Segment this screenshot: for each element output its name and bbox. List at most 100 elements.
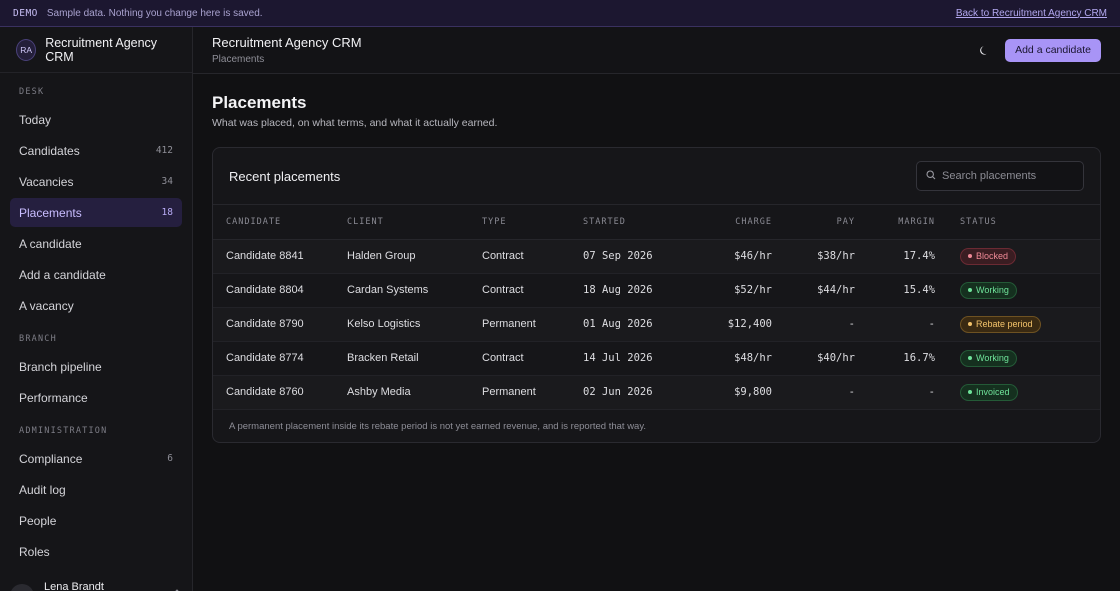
brand[interactable]: RA Recruitment Agency CRM bbox=[0, 27, 192, 73]
table-header-row: CANDIDATE CLIENT TYPE STARTED CHARGE PAY… bbox=[213, 205, 1100, 240]
table-row[interactable]: Candidate 8774 Bracken Retail Contract 14 J… bbox=[213, 341, 1100, 376]
expand-icon[interactable] bbox=[172, 588, 182, 591]
table-row[interactable]: Candidate 8760 Ashby Media Permanent 02 Jun… bbox=[213, 375, 1100, 410]
charge-cell: $46/hr bbox=[683, 239, 772, 274]
status-badge: Working bbox=[960, 349, 1017, 367]
col-pay[interactable]: PAY bbox=[772, 205, 855, 240]
sidebar-item-count: 18 bbox=[161, 207, 173, 218]
sidebar-item-roles[interactable]: Roles bbox=[10, 537, 182, 566]
sidebar-item-count: 6 bbox=[167, 453, 173, 464]
type-cell: Permanent bbox=[482, 375, 583, 410]
add-candidate-button[interactable]: Add a candidate bbox=[1005, 38, 1101, 62]
status-dot-icon bbox=[968, 322, 972, 326]
charge-cell: $52/hr bbox=[683, 273, 772, 308]
client-cell: Kelso Logistics bbox=[347, 307, 482, 342]
sidebar-item-a-vacancy[interactable]: A vacancy bbox=[10, 291, 182, 320]
started-cell: 02 Jun 2026 bbox=[583, 375, 683, 410]
pay-cell: - bbox=[772, 307, 855, 342]
margin-cell: 16.7% bbox=[855, 341, 935, 376]
status-label: Rebate period bbox=[976, 319, 1033, 329]
search-input[interactable] bbox=[942, 170, 1072, 182]
col-charge[interactable]: CHARGE bbox=[683, 205, 772, 240]
sidebar-item-label: Performance bbox=[19, 390, 88, 405]
status-label: Blocked bbox=[976, 251, 1009, 261]
col-client[interactable]: CLIENT bbox=[347, 205, 482, 240]
sidebar-item-label: Add a candidate bbox=[19, 267, 106, 282]
col-status[interactable]: STATUS bbox=[935, 205, 1100, 240]
search-icon bbox=[926, 169, 936, 183]
type-cell: Contract bbox=[482, 341, 583, 376]
table-row[interactable]: Candidate 8841 Halden Group Contract 07 Sep… bbox=[213, 239, 1100, 274]
candidate-cell: Candidate 8804 bbox=[213, 273, 347, 308]
sidebar-item-count: 34 bbox=[161, 176, 173, 187]
topbar-title: Recruitment Agency CRM bbox=[212, 35, 362, 50]
nav-section-label: BRANCH bbox=[19, 334, 57, 344]
sidebar-item-label: Roles bbox=[19, 544, 50, 559]
app-name: Recruitment Agency CRM bbox=[45, 35, 158, 64]
sidebar-item-a-candidate[interactable]: A candidate bbox=[10, 229, 182, 258]
status-badge: Blocked bbox=[960, 247, 1017, 265]
sidebar-item-placements[interactable]: Placements 18 bbox=[10, 198, 182, 227]
status-badge: Rebate period bbox=[960, 315, 1041, 333]
app-logo: RA bbox=[16, 38, 37, 61]
placements-card: Recent placements CANDIDATE CLIENT TYPE … bbox=[212, 147, 1101, 443]
pay-cell: - bbox=[772, 375, 855, 410]
sidebar-item-label: Compliance bbox=[19, 451, 83, 466]
status-cell: Rebate period bbox=[935, 307, 1100, 342]
sidebar-item-label: A vacancy bbox=[19, 298, 74, 313]
user-profile[interactable]: LB Lena Brandt bbox=[0, 579, 192, 591]
pay-cell: $44/hr bbox=[772, 273, 855, 308]
col-started[interactable]: STARTED bbox=[583, 205, 683, 240]
sidebar-item-compliance[interactable]: Compliance 6 bbox=[10, 444, 182, 473]
sidebar-item-label: Audit log bbox=[19, 482, 66, 497]
status-dot-icon bbox=[968, 254, 972, 258]
sidebar-item-performance[interactable]: Performance bbox=[10, 383, 182, 412]
sidebar-item-today[interactable]: Today bbox=[10, 105, 182, 134]
back-link[interactable]: Back to Recruitment Agency CRM bbox=[956, 8, 1107, 19]
started-cell: 01 Aug 2026 bbox=[583, 307, 683, 342]
type-cell: Contract bbox=[482, 273, 583, 308]
sidebar-item-branch-pipeline[interactable]: Branch pipeline bbox=[10, 352, 182, 381]
card-title: Recent placements bbox=[229, 168, 341, 184]
sidebar-item-label: Branch pipeline bbox=[19, 359, 102, 374]
breadcrumb: Placements bbox=[212, 54, 265, 65]
sidebar-item-label: Today bbox=[19, 112, 52, 127]
moon-icon[interactable] bbox=[975, 41, 993, 59]
page-subtitle: What was placed, on what terms, and what… bbox=[212, 117, 498, 129]
topbar: Recruitment Agency CRM Placements Add a … bbox=[193, 27, 1120, 74]
sidebar-item-audit-log[interactable]: Audit log bbox=[10, 475, 182, 504]
sidebar-item-vacancies[interactable]: Vacancies 34 bbox=[10, 167, 182, 196]
card-footnote: A permanent placement inside its rebate … bbox=[229, 421, 647, 432]
status-dot-icon bbox=[968, 390, 972, 394]
col-margin[interactable]: MARGIN bbox=[855, 205, 935, 240]
margin-cell: 15.4% bbox=[855, 273, 935, 308]
table-row[interactable]: Candidate 8804 Cardan Systems Contract 18 A… bbox=[213, 273, 1100, 308]
sidebar: RA Recruitment Agency CRM DESK Today Candi… bbox=[0, 27, 193, 591]
status-cell: Working bbox=[935, 341, 1100, 376]
status-label: Invoiced bbox=[976, 387, 1010, 397]
charge-cell: $12,400 bbox=[683, 307, 772, 342]
user-name: Lena Brandt bbox=[44, 581, 104, 591]
status-label: Working bbox=[976, 285, 1009, 295]
status-dot-icon bbox=[968, 288, 972, 292]
col-type[interactable]: TYPE bbox=[482, 205, 583, 240]
started-cell: 07 Sep 2026 bbox=[583, 239, 683, 274]
main-content: Placements What was placed, on what term… bbox=[212, 93, 1101, 443]
started-cell: 18 Aug 2026 bbox=[583, 273, 683, 308]
type-cell: Contract bbox=[482, 239, 583, 274]
charge-cell: $48/hr bbox=[683, 341, 772, 376]
type-cell: Permanent bbox=[482, 307, 583, 342]
table-row[interactable]: Candidate 8790 Kelso Logistics Permanent 01… bbox=[213, 307, 1100, 342]
search-box[interactable] bbox=[916, 161, 1084, 191]
sidebar-item-people[interactable]: People bbox=[10, 506, 182, 535]
sidebar-item-add-a-candidate[interactable]: Add a candidate bbox=[10, 260, 182, 289]
sidebar-item-candidates[interactable]: Candidates 412 bbox=[10, 136, 182, 165]
col-candidate[interactable]: CANDIDATE bbox=[213, 205, 347, 240]
demo-tag: DEMO bbox=[13, 7, 38, 19]
client-cell: Ashby Media bbox=[347, 375, 482, 410]
avatar: LB bbox=[10, 584, 34, 591]
client-cell: Bracken Retail bbox=[347, 341, 482, 376]
page-title: Placements bbox=[212, 93, 307, 112]
margin-cell: - bbox=[855, 375, 935, 410]
status-cell: Blocked bbox=[935, 239, 1100, 274]
